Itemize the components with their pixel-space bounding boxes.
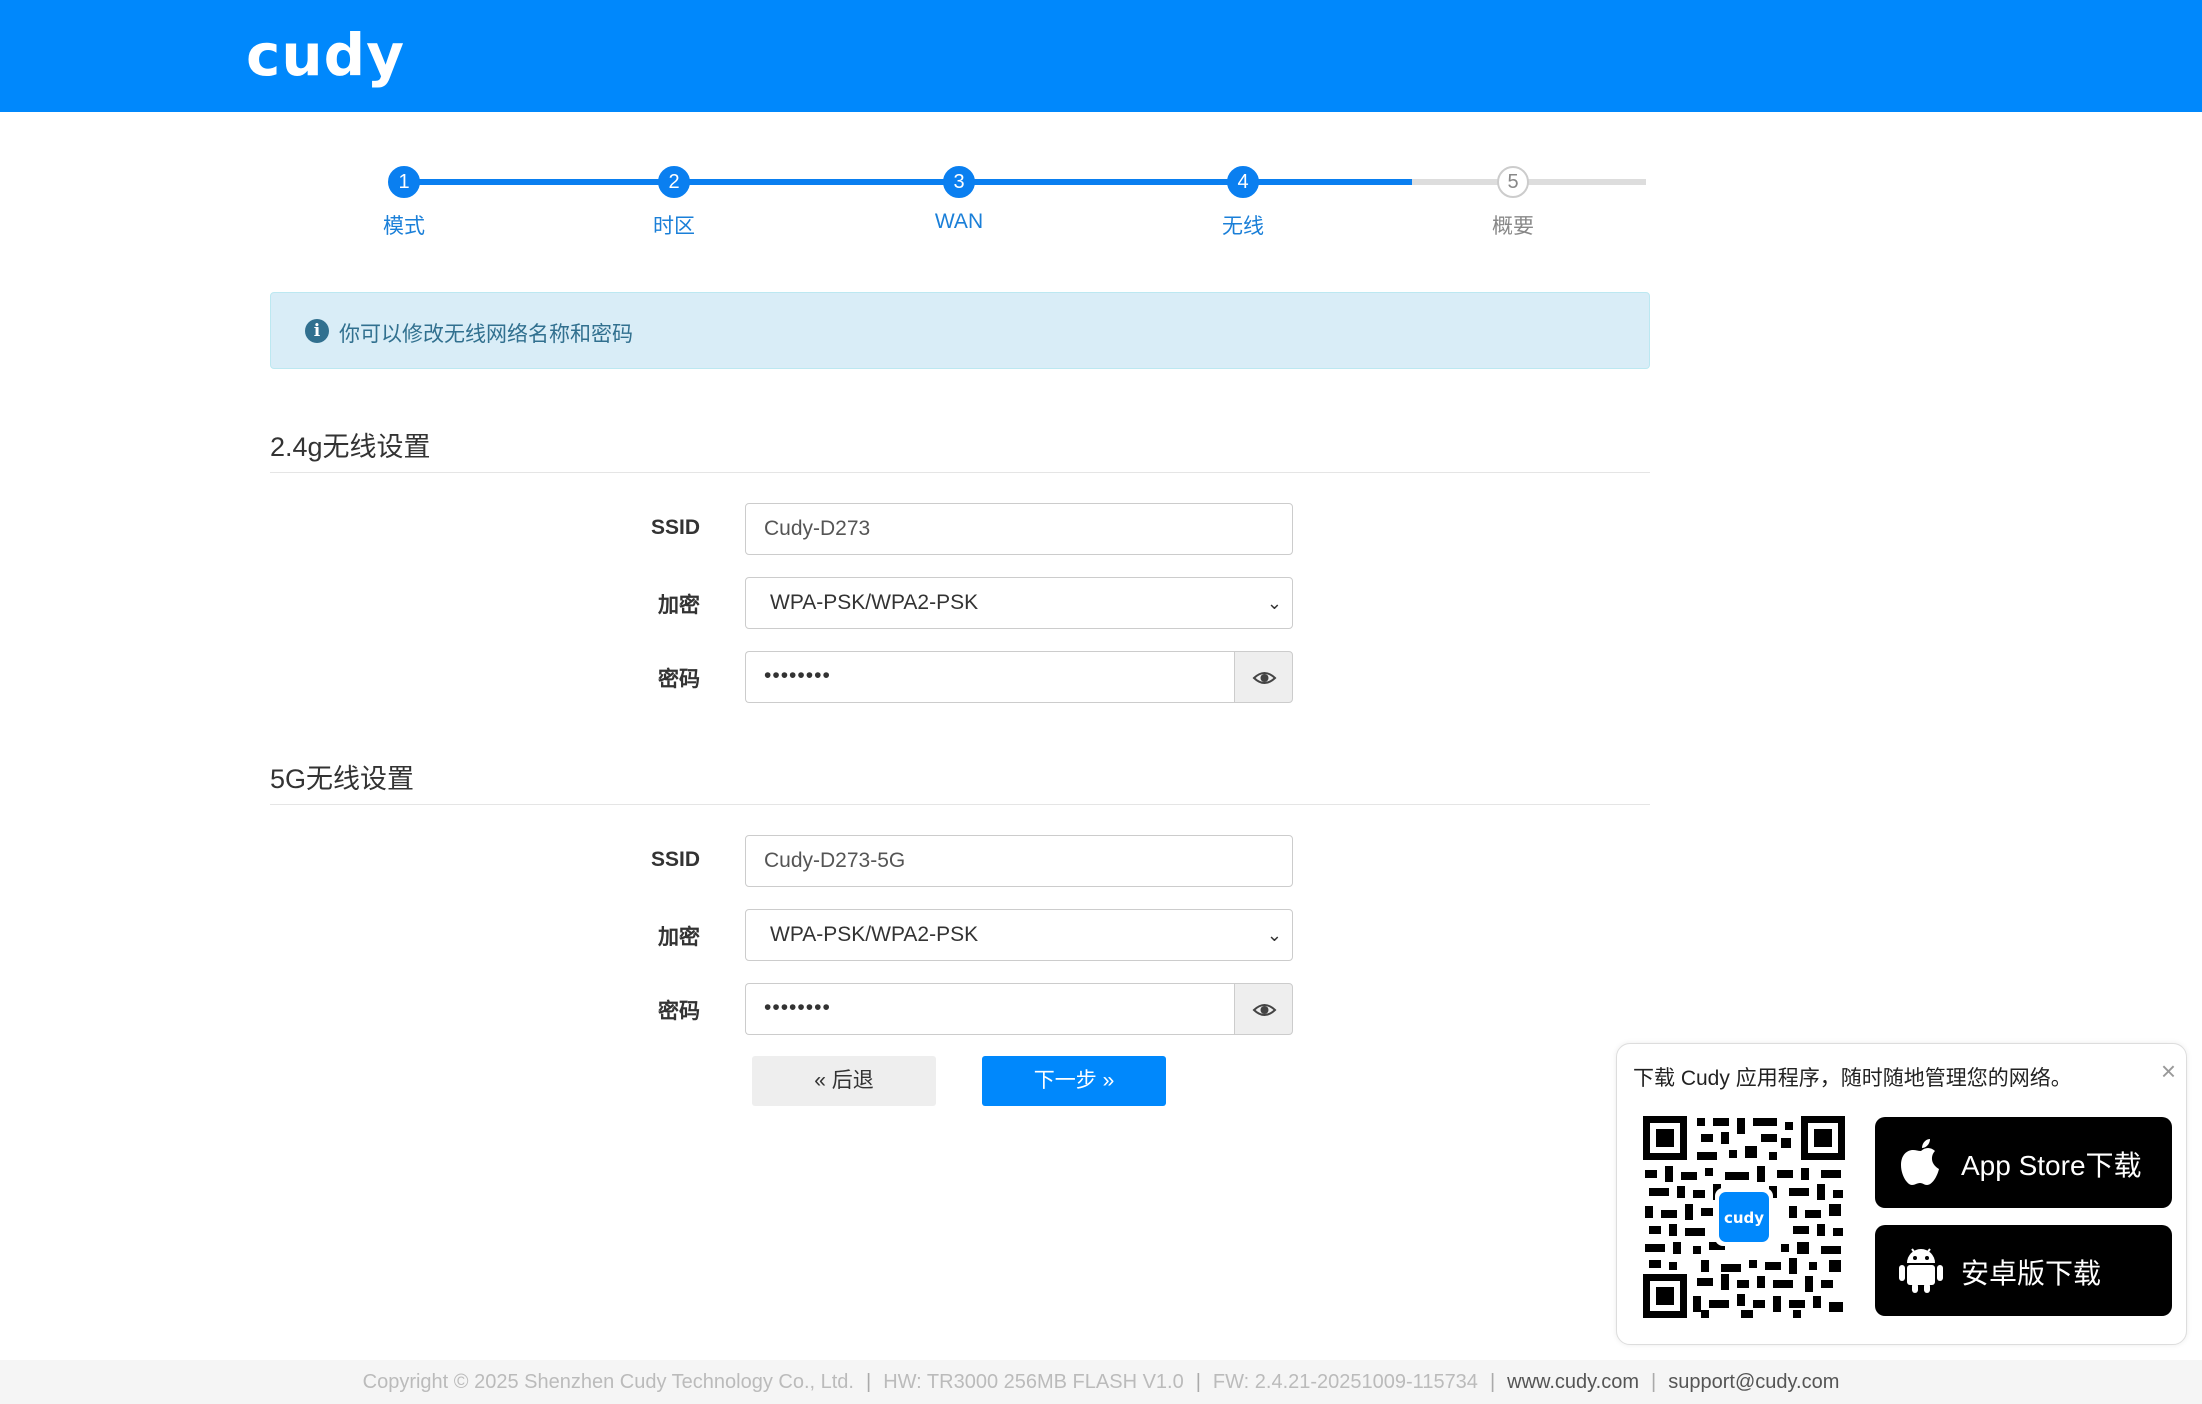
- ssid-label: SSID: [650, 516, 700, 539]
- top-header: cudy: [0, 0, 2202, 112]
- eye-icon: [1252, 672, 1277, 684]
- encryption-24g-select[interactable]: WPA-PSK/WPA2-PSK ⌄: [745, 577, 1293, 629]
- ssid-label: SSID: [650, 848, 700, 871]
- copyright-text: Copyright © 2025 Shenzhen Cudy Technolog…: [362, 1371, 854, 1393]
- footer-separator: |: [1651, 1371, 1657, 1393]
- chevron-down-icon: ⌄: [1266, 925, 1282, 945]
- app-download-popup: 下载 Cudy 应用程序，随时随地管理您的网络。 × cudy App Stor…: [1616, 1043, 2187, 1345]
- info-icon: i: [305, 319, 329, 343]
- password-24g-group: ••••••••: [745, 651, 1293, 703]
- step-label: 无线: [1222, 215, 1264, 238]
- step-number: 5: [1497, 166, 1529, 198]
- encryption-5g-select[interactable]: WPA-PSK/WPA2-PSK ⌄: [745, 909, 1293, 961]
- step-number: 2: [658, 166, 690, 198]
- alert-text: 你可以修改无线网络名称和密码: [339, 323, 633, 346]
- section-title-5g: 5G无线设置: [270, 764, 415, 794]
- apple-icon: [1901, 1139, 1939, 1185]
- show-password-button[interactable]: [1234, 651, 1293, 703]
- step-number: 3: [943, 166, 975, 198]
- password-label: 密码: [658, 1000, 700, 1023]
- step-4-wireless: 4 无线: [1173, 160, 1313, 240]
- step-5-summary: 5 概要: [1443, 160, 1583, 240]
- step-label: 概要: [1492, 215, 1534, 238]
- encryption-label: 加密: [658, 926, 700, 949]
- step-3-wan: 3 WAN: [889, 160, 1029, 234]
- encryption-value: WPA-PSK/WPA2-PSK: [770, 591, 979, 614]
- ssid-24g-input[interactable]: Cudy-D273: [745, 503, 1293, 555]
- section-divider: [270, 472, 1650, 473]
- firmware-version: FW: 2.4.21-20251009-115734: [1212, 1371, 1478, 1393]
- step-1-mode: 1 模式: [334, 160, 474, 240]
- password-24g-input[interactable]: ••••••••: [745, 651, 1236, 703]
- ssid-5g-input[interactable]: Cudy-D273-5G: [745, 835, 1293, 887]
- android-icon: [1899, 1248, 1943, 1293]
- password-label: 密码: [658, 668, 700, 691]
- app-store-download-button[interactable]: App Store下载: [1875, 1117, 2172, 1208]
- chevron-down-icon: ⌄: [1266, 593, 1282, 613]
- setup-wizard-stepper: 1 模式 2 时区 3 WAN 4 无线 5 概要: [270, 160, 1650, 250]
- close-icon[interactable]: ×: [2161, 1056, 2176, 1087]
- back-button[interactable]: « 后退: [752, 1056, 936, 1106]
- footer-separator: |: [866, 1371, 872, 1393]
- qr-code: cudy: [1641, 1114, 1847, 1320]
- android-label: 安卓版下载: [1961, 1258, 2102, 1289]
- step-label: 模式: [383, 215, 425, 238]
- cudy-logo[interactable]: cudy: [246, 22, 405, 88]
- footer-separator: |: [1489, 1371, 1496, 1393]
- section-title-24g: 2.4g无线设置: [270, 432, 431, 462]
- website-link[interactable]: www.cudy.com: [1507, 1371, 1639, 1393]
- footer-separator: |: [1195, 1371, 1201, 1393]
- encryption-value: WPA-PSK/WPA2-PSK: [770, 923, 979, 946]
- qr-logo-text: cudy: [1724, 1209, 1764, 1227]
- page-footer: Copyright © 2025 Shenzhen Cudy Technolog…: [0, 1360, 2202, 1404]
- step-number: 4: [1227, 166, 1259, 198]
- support-email-link[interactable]: support@cudy.com: [1668, 1371, 1839, 1393]
- password-5g-group: ••••••••: [745, 983, 1293, 1035]
- show-password-button[interactable]: [1234, 983, 1293, 1035]
- password-5g-input[interactable]: ••••••••: [745, 983, 1236, 1035]
- step-label: WAN: [934, 210, 984, 233]
- android-download-button[interactable]: 安卓版下载: [1875, 1225, 2172, 1316]
- next-button[interactable]: 下一步 »: [982, 1056, 1166, 1106]
- popup-title: 下载 Cudy 应用程序，随时随地管理您的网络。: [1633, 1067, 2072, 1090]
- section-divider: [270, 804, 1650, 805]
- hardware-version: HW: TR3000 256MB FLASH V1.0: [883, 1371, 1184, 1393]
- eye-icon: [1252, 1004, 1277, 1016]
- step-number: 1: [388, 166, 420, 198]
- step-label: 时区: [653, 215, 695, 238]
- step-2-timezone: 2 时区: [604, 160, 744, 240]
- app-store-label: App Store下载: [1961, 1150, 2142, 1181]
- encryption-label: 加密: [658, 594, 700, 617]
- info-alert: i 你可以修改无线网络名称和密码: [270, 292, 1650, 369]
